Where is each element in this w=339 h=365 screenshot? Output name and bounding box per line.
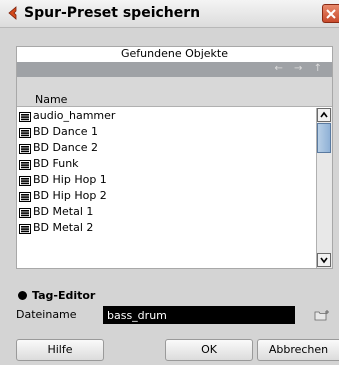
list-scrollbar[interactable] (316, 108, 332, 268)
list-item[interactable]: BD Metal 1 (17, 204, 316, 220)
chevron-down-icon (320, 257, 328, 264)
panel-title: Gefundene Objekte (17, 47, 332, 61)
cancel-button[interactable]: Abbrechen (257, 339, 339, 361)
list-item[interactable]: BD Hip Hop 1 (17, 172, 316, 188)
list-item[interactable]: audio_hammer (17, 108, 316, 124)
chevron-up-icon (320, 111, 328, 118)
expand-dot-icon (18, 291, 27, 300)
list-item[interactable]: BD Dance 2 (17, 140, 316, 156)
arrow-left-icon (7, 6, 19, 23)
panel-spacer (17, 77, 332, 93)
close-icon (326, 9, 336, 19)
title-bar: Spur-Preset speichern (0, 0, 339, 28)
results-list[interactable]: audio_hammer BD Dance 1 BD Dance 2 BD Fu… (17, 108, 316, 268)
help-button[interactable]: Hilfe (16, 339, 104, 361)
window-title: Spur-Preset speichern (24, 5, 201, 21)
filename-label: Dateiname (16, 308, 77, 321)
results-panel: Gefundene Objekte ← → ↑ Name audio_hamme… (16, 46, 333, 269)
column-header-name[interactable]: Name (17, 93, 332, 107)
tag-editor-label: Tag-Editor (32, 289, 96, 302)
list-item[interactable]: BD Metal 2 (17, 220, 316, 236)
ok-button[interactable]: OK (165, 339, 253, 361)
scroll-thumb[interactable] (317, 123, 331, 153)
nav-arrows[interactable]: ← → ↑ (275, 63, 327, 74)
preset-icon (19, 223, 31, 239)
new-folder-icon[interactable] (314, 309, 330, 324)
nav-strip: ← → ↑ (17, 62, 332, 77)
list-item[interactable]: BD Funk (17, 156, 316, 172)
scroll-up-button[interactable] (317, 108, 331, 122)
scroll-down-button[interactable] (317, 253, 331, 267)
list-item[interactable]: BD Hip Hop 2 (17, 188, 316, 204)
filename-row: Dateiname (16, 306, 333, 324)
filename-input[interactable] (103, 306, 295, 324)
list-item[interactable]: BD Dance 1 (17, 124, 316, 140)
close-button[interactable] (322, 4, 339, 23)
